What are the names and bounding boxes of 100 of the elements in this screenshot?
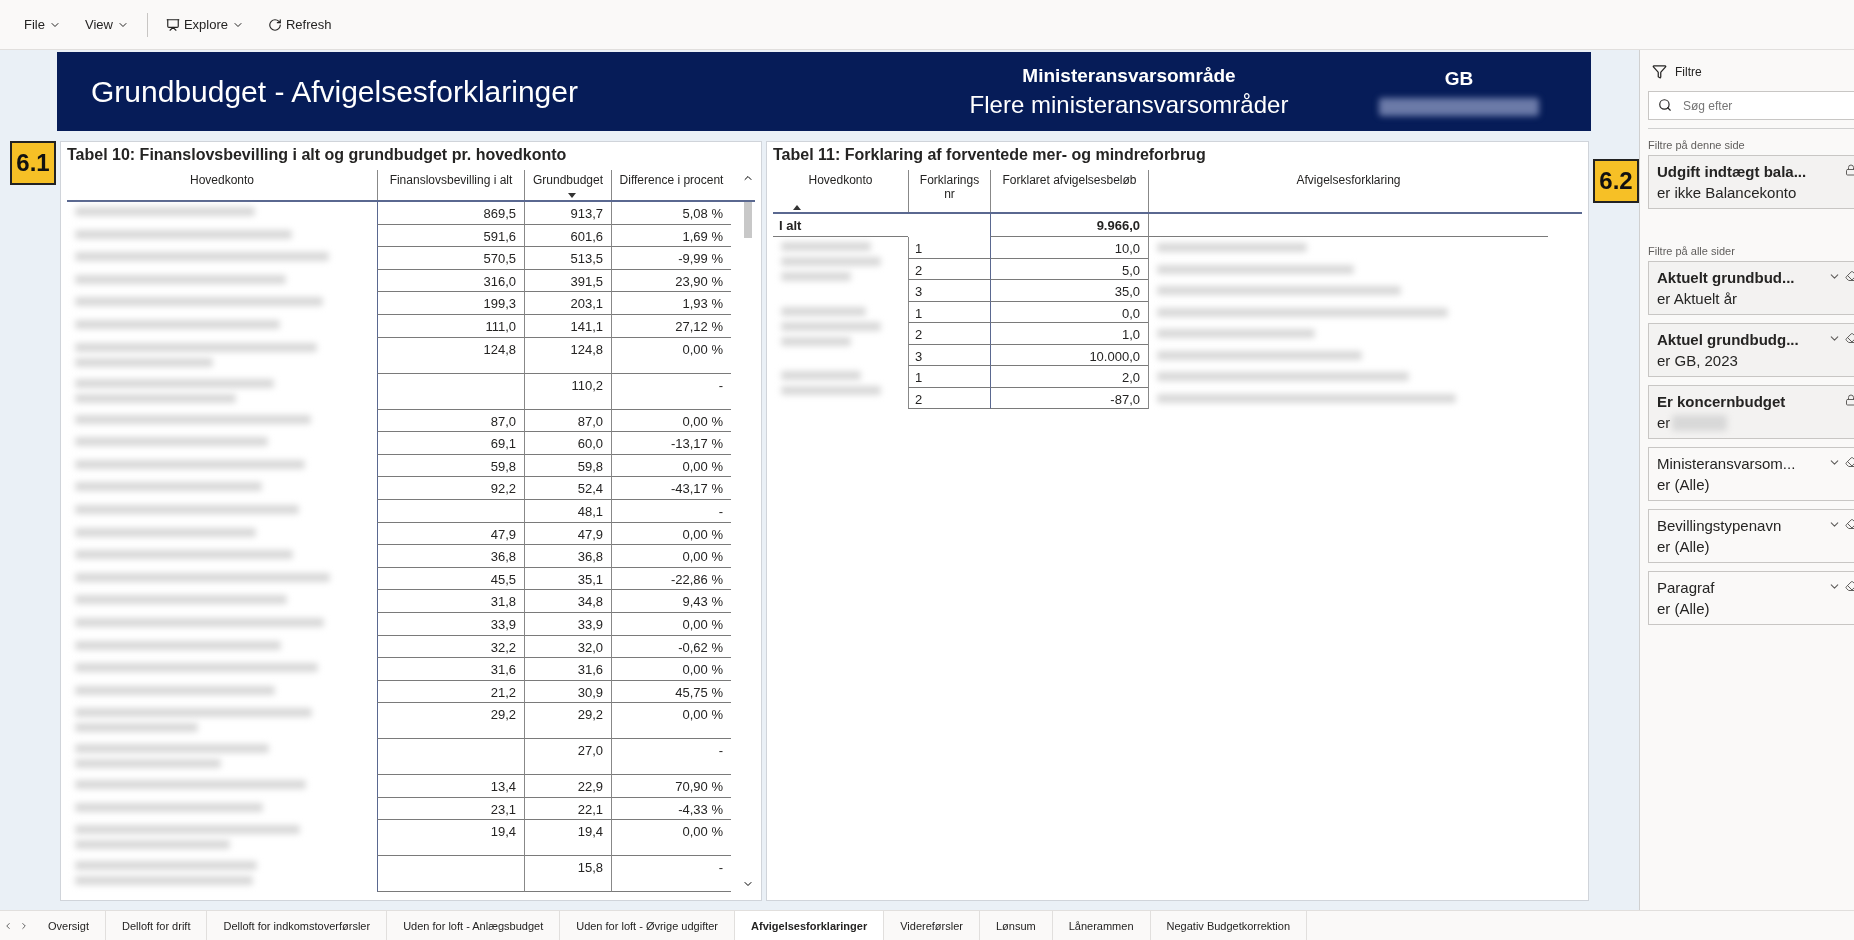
column-header[interactable]: Hovedkonto: [773, 170, 908, 212]
table-cell: -: [611, 373, 731, 410]
table-cell: 21,2: [377, 680, 524, 704]
table-cell: 316,0: [377, 269, 524, 293]
filter-card[interactable]: Ministeransvarsom... er (Alle): [1648, 447, 1854, 501]
filter-name: Udgift indtægt bala...: [1657, 163, 1807, 180]
table-cell: 1: [908, 301, 990, 323]
table-cell: 1,69 %: [611, 224, 731, 248]
table-cell: 36,8: [377, 545, 524, 568]
pane-title: Filtre: [1675, 64, 1702, 79]
table-cell: -22,86 %: [611, 567, 731, 591]
eraser-icon[interactable]: [1845, 518, 1854, 530]
report-title: Grundbudget - Afvigelsesforklaringer: [91, 74, 579, 109]
table-cell: 48,1: [524, 499, 611, 523]
table-title: Tabel 10: Finanslovsbevilling i alt og grundbudget pr. hovedkonto: [67, 146, 568, 164]
table-cell: 47,9: [524, 522, 611, 546]
section-title: Filtre på alle sider: [1648, 244, 1736, 257]
filter-value: er (Alle): [1657, 476, 1710, 493]
table-cell: 19,4: [377, 820, 524, 857]
filter-card[interactable]: Paragraf er (Alle): [1648, 571, 1854, 625]
column-header[interactable]: Hovedkonto: [67, 170, 377, 200]
explore-button[interactable]: Explore: [155, 11, 254, 38]
page-tab[interactable]: Lånerammen: [1052, 911, 1151, 940]
chevron-left-icon: [3, 920, 13, 931]
table-cell: 869,5: [377, 202, 524, 225]
page-tab[interactable]: Delloft for indkomstoverførsler: [207, 911, 388, 940]
table-cell: 15,8: [524, 856, 611, 893]
table-cell: 70,90 %: [611, 775, 731, 798]
section-badge: 6.2: [1593, 159, 1639, 203]
menu-button[interactable]: View: [74, 11, 139, 38]
column-header[interactable]: Forklaret afvigelsesbeløb: [990, 170, 1148, 212]
table-cell: 5,0: [990, 258, 1148, 280]
filter-icon: [1652, 64, 1667, 79]
page-tab[interactable]: Lønsum: [979, 911, 1053, 940]
eraser-icon[interactable]: [1845, 580, 1854, 592]
page-tab[interactable]: Uden for loft - Anlægsbudget: [387, 911, 561, 940]
table-title: Tabel 11: Forklaring af forventede mer- og mindreforbrug: [773, 146, 1207, 164]
refresh-button[interactable]: Refresh: [258, 11, 342, 38]
table-cell: 31,6: [524, 658, 611, 681]
page-tab[interactable]: Videreførsler: [884, 911, 980, 940]
filter-card[interactable]: Aktuel grundbudg... er GB, 2023: [1648, 323, 1854, 377]
column-header[interactable]: Forklarings nr: [908, 170, 990, 212]
filter-name: Aktuel grundbudg...: [1657, 331, 1799, 348]
table-cell: 199,3: [377, 292, 524, 315]
filter-value: er (Alle): [1657, 538, 1710, 555]
table-cell: 22,1: [524, 797, 611, 821]
table-cell: 29,2: [524, 703, 611, 740]
page-tab[interactable]: Negativ Budgetkorrektion: [1150, 911, 1308, 940]
table-cell: 0,00 %: [611, 409, 731, 433]
column-header[interactable]: Finanslovsbevilling i alt: [377, 170, 524, 200]
filter-card[interactable]: Aktuelt grundbud... er Aktuelt år: [1648, 261, 1854, 315]
table-cell: 60,0: [524, 432, 611, 455]
filter-card[interactable]: Er koncernbudget er: [1648, 385, 1854, 439]
filter-value: er ikke Balancekonto: [1657, 184, 1797, 201]
section-title: Filtre på denne side: [1648, 128, 1854, 151]
table-cell: -0,62 %: [611, 635, 731, 659]
page-tab[interactable]: Afvigelsesforklaringer: [735, 911, 885, 940]
table-cell: 32,2: [377, 635, 524, 659]
table-cell: 22,9: [524, 775, 611, 798]
table-cell: 513,5: [524, 247, 611, 270]
filter-card[interactable]: Bevillingstypenavn er (Alle): [1648, 509, 1854, 563]
table-cell: 0,00 %: [611, 337, 731, 374]
table-cell: 87,0: [524, 409, 611, 433]
table-cell: 0,00 %: [611, 454, 731, 478]
table-cell: 59,8: [377, 454, 524, 478]
eraser-icon[interactable]: [1845, 456, 1854, 468]
table-cell: 5,08 %: [611, 202, 731, 225]
table-cell: 29,2: [377, 703, 524, 740]
table-cell: 27,0: [524, 739, 611, 776]
table-cell: 124,8: [377, 337, 524, 374]
table-cell: -9,99 %: [611, 247, 731, 270]
table-cell: 0,0: [990, 301, 1148, 323]
page-tab[interactable]: Delloft for drift: [105, 911, 208, 940]
table-cell: 87,0: [377, 409, 524, 433]
scope-label: Ministeransvarsområde: [1022, 64, 1236, 87]
filter-name: Bevillingstypenavn: [1657, 517, 1782, 534]
table-cell: -43,17 %: [611, 477, 731, 500]
table-cell: 0,00 %: [611, 658, 731, 681]
column-header[interactable]: Afvigelsesforklaring: [1148, 170, 1548, 212]
page-tab[interactable]: Oversigt: [32, 911, 106, 940]
eraser-icon[interactable]: [1845, 270, 1854, 282]
eraser-icon[interactable]: [1845, 332, 1854, 344]
filter-card[interactable]: Udgift indtægt bala... er ikke Balancekonto: [1648, 155, 1854, 209]
table-cell: 2,0: [990, 366, 1148, 388]
table-cell: 9.966,0: [990, 214, 1148, 237]
table-cell: 124,8: [524, 337, 611, 374]
search-field[interactable]: Søg efter: [1648, 91, 1854, 120]
refresh-icon: [268, 17, 282, 32]
column-header[interactable]: Grundbudget: [524, 170, 611, 200]
filter-name: Er koncernbudget: [1657, 393, 1786, 410]
table-cell: 601,6: [524, 224, 611, 248]
filter-name: Ministeransvarsom...: [1657, 455, 1796, 472]
table-cell: 203,1: [524, 292, 611, 315]
table-cell: 1,93 %: [611, 292, 731, 315]
column-header[interactable]: Difference i procent: [611, 170, 731, 200]
menu-button[interactable]: File: [14, 11, 71, 38]
scrollbar-thumb[interactable]: [744, 202, 752, 238]
table-cell: -13,17 %: [611, 432, 731, 455]
table-cell: 9,43 %: [611, 590, 731, 613]
table-cell: 0,00 %: [611, 820, 731, 857]
